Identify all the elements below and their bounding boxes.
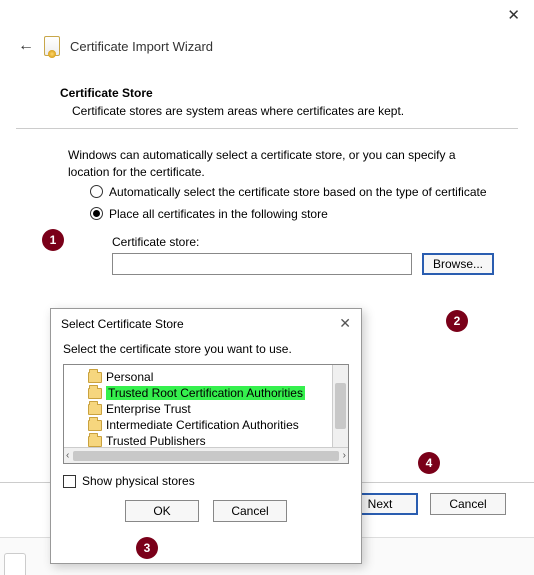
- wizard-header: ← Certificate Import Wizard: [0, 0, 534, 64]
- radio-auto-row[interactable]: Automatically select the certificate sto…: [0, 181, 534, 203]
- folder-icon: [88, 388, 102, 399]
- cancel-button[interactable]: Cancel: [430, 493, 506, 515]
- dialog-close-icon[interactable]: ✕: [339, 315, 351, 332]
- radio-place-label: Place all certificates in the following …: [109, 207, 328, 221]
- store-field-row: Browse...: [0, 253, 534, 275]
- folder-icon: [88, 436, 102, 447]
- dialog-instruction: Select the certificate store you want to…: [51, 338, 361, 364]
- tree-scrollbar-vertical[interactable]: [332, 365, 348, 447]
- radio-place-row[interactable]: Place all certificates in the following …: [0, 203, 534, 225]
- tree-item-intermediate[interactable]: Intermediate Certification Authorities: [64, 417, 348, 433]
- show-physical-row[interactable]: Show physical stores: [51, 464, 361, 488]
- dialog-cancel-button[interactable]: Cancel: [213, 500, 287, 522]
- folder-icon: [88, 372, 102, 383]
- annotation-1: 1: [42, 229, 64, 251]
- radio-place[interactable]: [90, 207, 103, 220]
- dialog-title: Select Certificate Store: [61, 317, 184, 331]
- browse-button[interactable]: Browse...: [422, 253, 494, 275]
- tree-item-trusted-root[interactable]: Trusted Root Certification Authorities: [64, 385, 348, 401]
- body-text: Windows can automatically select a certi…: [0, 129, 534, 181]
- folder-icon: [88, 420, 102, 431]
- section-description: Certificate stores are system areas wher…: [72, 104, 474, 118]
- store-tree[interactable]: Personal Trusted Root Certification Auth…: [63, 364, 349, 464]
- wizard-title: Certificate Import Wizard: [70, 39, 213, 54]
- section-heading: Certificate Store: [60, 86, 474, 100]
- ok-button[interactable]: OK: [125, 500, 199, 522]
- section-heading-block: Certificate Store Certificate stores are…: [0, 64, 534, 118]
- certificate-icon: [44, 36, 60, 56]
- show-physical-checkbox[interactable]: [63, 475, 76, 488]
- certificate-store-input[interactable]: [112, 253, 412, 275]
- dialog-buttons: OK Cancel: [51, 488, 361, 532]
- folder-icon: [88, 404, 102, 415]
- window-close-icon[interactable]: ✕: [507, 6, 520, 24]
- annotation-2: 2: [446, 310, 468, 332]
- tree-item-personal[interactable]: Personal: [64, 369, 348, 385]
- show-physical-label: Show physical stores: [82, 474, 195, 488]
- back-arrow-icon[interactable]: ←: [18, 37, 34, 55]
- tree-item-enterprise-trust[interactable]: Enterprise Trust: [64, 401, 348, 417]
- tab-stub[interactable]: [4, 553, 26, 575]
- tree-scrollbar-horizontal[interactable]: ‹›: [64, 447, 348, 463]
- radio-auto[interactable]: [90, 185, 103, 198]
- annotation-4: 4: [418, 452, 440, 474]
- store-field-label: Certificate store:: [0, 225, 534, 253]
- annotation-3: 3: [136, 537, 158, 559]
- select-store-dialog: Select Certificate Store ✕ Select the ce…: [50, 308, 362, 564]
- radio-auto-label: Automatically select the certificate sto…: [109, 185, 487, 199]
- dialog-titlebar: Select Certificate Store ✕: [51, 309, 361, 338]
